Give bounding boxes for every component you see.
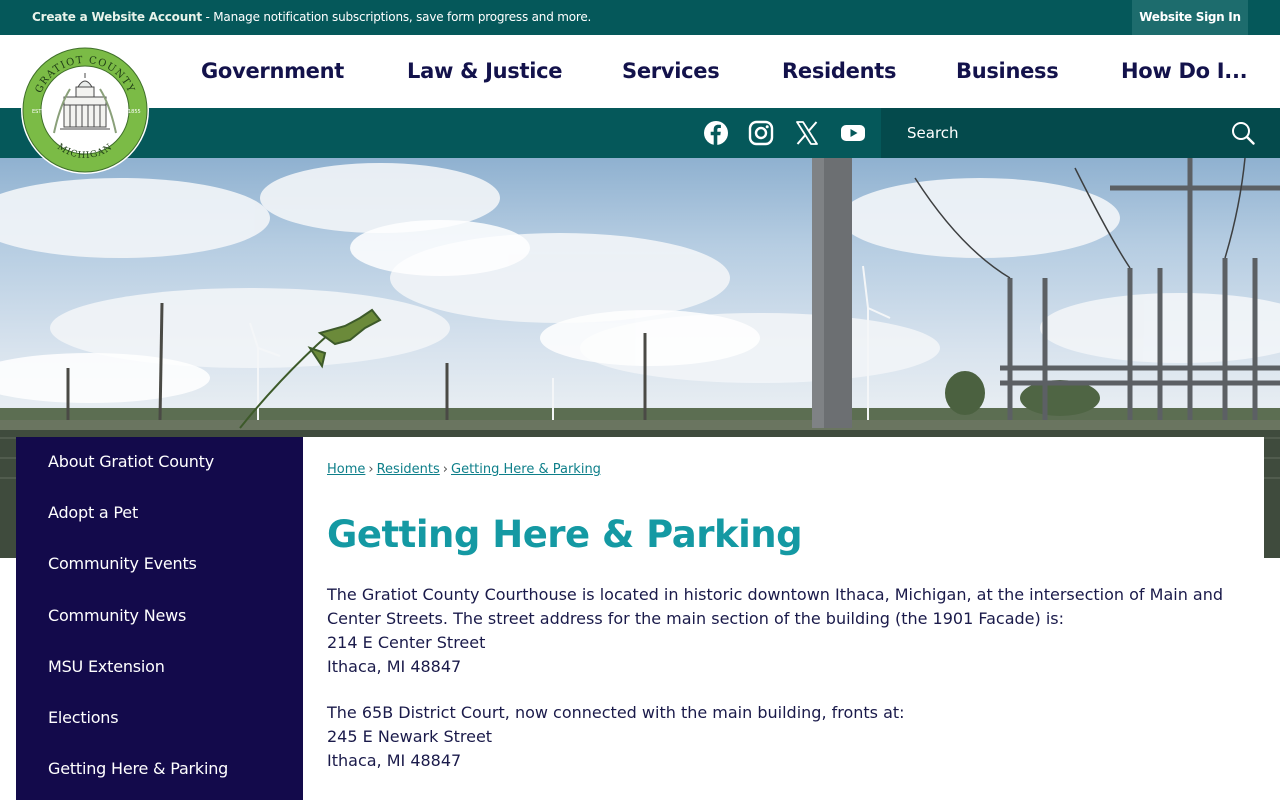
address-2-line-2: Ithaca, MI 48847 bbox=[327, 751, 462, 770]
address-1-line-2: Ithaca, MI 48847 bbox=[327, 657, 462, 676]
create-account-link[interactable]: Create a Website Account bbox=[32, 10, 202, 24]
instagram-icon[interactable] bbox=[748, 120, 774, 146]
search-icon[interactable] bbox=[1231, 121, 1255, 145]
district-court-paragraph: The 65B District Court, now connected wi… bbox=[327, 703, 905, 722]
seal-est-text: EST bbox=[32, 109, 42, 115]
account-message-text: - Manage notification subscriptions, sav… bbox=[201, 10, 592, 24]
sidebar-item-adopt-a-pet[interactable]: Adopt a Pet bbox=[48, 503, 138, 522]
nav-how-do-i[interactable]: How Do I... bbox=[1121, 35, 1248, 108]
main-content: Home › Residents › Getting Here & Parking Ge… bbox=[303, 437, 1264, 800]
intro-paragraph: The Gratiot County Courthouse is located… bbox=[327, 585, 1224, 628]
breadcrumb-separator: › bbox=[442, 462, 448, 477]
main-navigation: Government Law & Justice Services Reside… bbox=[0, 35, 1280, 108]
county-seal-logo[interactable]: GRATIOT COUNTY MICHIGAN EST 1855 bbox=[20, 45, 150, 175]
website-sign-in-button[interactable]: Website Sign In bbox=[1132, 0, 1248, 35]
address-2-line-1: 245 E Newark Street bbox=[327, 727, 493, 746]
sidebar-item-community-news[interactable]: Community News bbox=[48, 606, 186, 625]
search-input[interactable] bbox=[907, 121, 1207, 145]
breadcrumb: Home › Residents › Getting Here & Parking bbox=[327, 462, 601, 477]
x-icon[interactable] bbox=[794, 120, 820, 146]
search-box bbox=[881, 108, 1280, 158]
sidebar-navigation: About Gratiot County Adopt a Pet Communi… bbox=[16, 437, 303, 800]
sidebar-item-community-events[interactable]: Community Events bbox=[48, 554, 197, 573]
sidebar-item-elections[interactable]: Elections bbox=[48, 708, 119, 727]
breadcrumb-home[interactable]: Home bbox=[327, 462, 365, 477]
breadcrumb-current[interactable]: Getting Here & Parking bbox=[451, 462, 601, 477]
nav-services[interactable]: Services bbox=[622, 35, 720, 108]
facebook-icon[interactable] bbox=[703, 120, 729, 146]
address-1-line-1: 214 E Center Street bbox=[327, 633, 486, 652]
top-notification-bar: Create a Website Account - Manage notifi… bbox=[0, 0, 1280, 35]
page-title: Getting Here & Parking bbox=[327, 513, 803, 556]
nav-law-justice[interactable]: Law & Justice bbox=[407, 35, 562, 108]
nav-government[interactable]: Government bbox=[201, 35, 344, 108]
nav-business[interactable]: Business bbox=[956, 35, 1059, 108]
seal-year-text: 1855 bbox=[128, 109, 141, 115]
youtube-icon[interactable] bbox=[840, 120, 866, 146]
sidebar-item-about-gratiot-county[interactable]: About Gratiot County bbox=[48, 452, 214, 471]
account-message: Create a Website Account - Manage notifi… bbox=[32, 0, 591, 35]
breadcrumb-residents[interactable]: Residents bbox=[377, 462, 440, 477]
nav-residents[interactable]: Residents bbox=[782, 35, 896, 108]
sidebar-item-msu-extension[interactable]: MSU Extension bbox=[48, 657, 165, 676]
sidebar-item-getting-here-parking[interactable]: Getting Here & Parking bbox=[48, 759, 228, 778]
breadcrumb-separator: › bbox=[368, 462, 374, 477]
